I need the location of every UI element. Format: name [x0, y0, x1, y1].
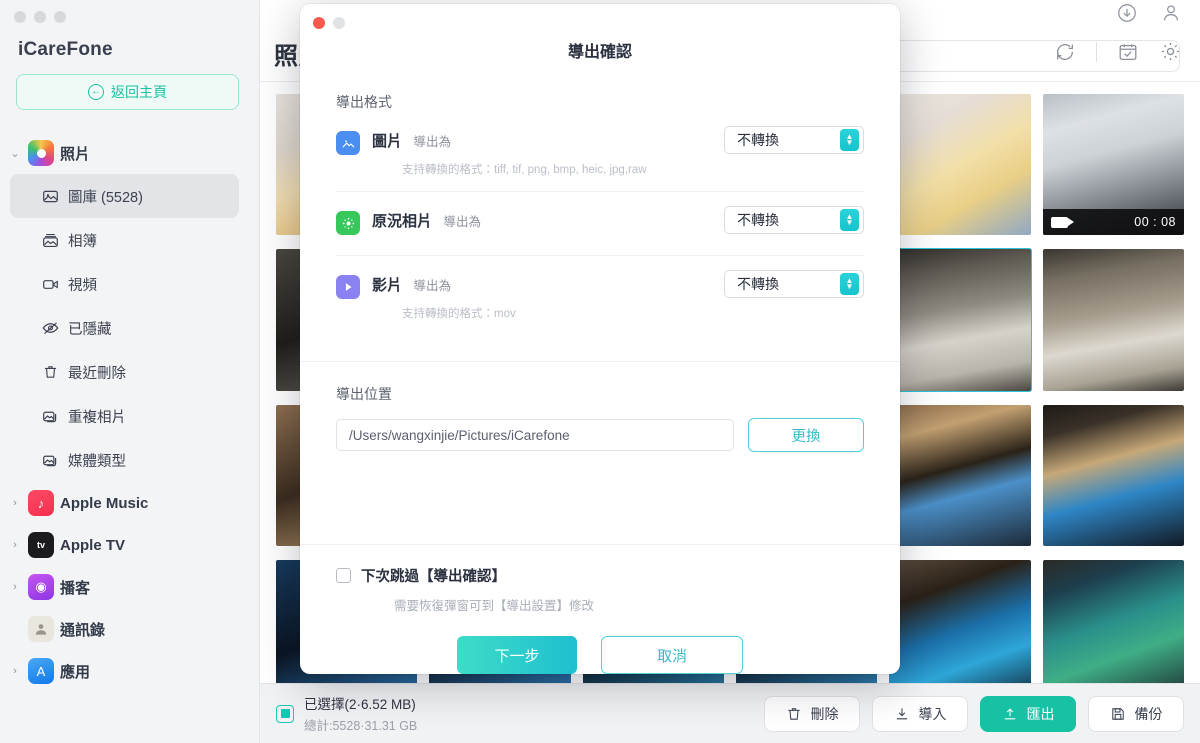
- app-window: iCareFone ← 返回主頁 ⌄ 照片 圖庫 (5528) 相簿 視頻 已隱…: [0, 0, 1200, 743]
- format-name: 影片: [372, 277, 403, 294]
- format-hint: 支持轉換的格式：mov: [402, 308, 516, 320]
- format-subtitle: 導出為: [413, 135, 451, 149]
- format-name: 圖片: [372, 133, 403, 150]
- format-row-image: 圖片 導出為 支持轉換的格式：tiff, tif, png, bmp, heic…: [336, 112, 864, 192]
- location-section-label: 導出位置: [336, 386, 392, 402]
- dialog-footer: 下次跳過【導出確認】 需要恢復彈窗可到【導出設置】修改 下一步 取消: [300, 544, 900, 674]
- image-glyph-icon: [341, 139, 355, 148]
- skip-confirm-checkbox[interactable]: [336, 568, 351, 583]
- dialog-body: 導出格式 圖片 導出為 支持轉換的格式：tiff, tif, png, bmp,…: [300, 70, 900, 544]
- format-text-live-photo: 原況相片 導出為: [372, 210, 481, 231]
- format-text-video: 影片 導出為 支持轉換的格式：mov: [372, 274, 516, 321]
- export-path-input[interactable]: /Users/wangxinjie/Pictures/iCarefone: [336, 419, 734, 451]
- format-row-video: 影片 導出為 支持轉換的格式：mov 不轉換 ▲ ▼: [336, 256, 864, 335]
- live-photo-format-select[interactable]: 不轉換 ▲ ▼: [724, 206, 864, 234]
- format-row-live-photo: 原況相片 導出為 不轉換 ▲ ▼: [336, 192, 864, 256]
- image-format-icon: [336, 131, 360, 155]
- export-confirm-dialog: 導出確認 導出格式 圖片 導出為 支持轉換的格式：tiff, tif, png,…: [300, 4, 900, 674]
- video-format-icon: [336, 275, 360, 299]
- dialog-title: 導出確認: [567, 44, 632, 61]
- image-format-select[interactable]: 不轉換 ▲ ▼: [724, 126, 864, 154]
- video-format-value: 不轉換: [737, 276, 779, 292]
- dialog-titlebar: 導出確認: [300, 4, 900, 70]
- dialog-minimize-button[interactable]: [333, 17, 345, 29]
- stepper-up-down-icon[interactable]: ▲ ▼: [840, 273, 859, 295]
- skip-confirm-hint: 需要恢復彈窗可到【導出設置】修改: [394, 599, 595, 613]
- stepper-up-down-icon[interactable]: ▲ ▼: [840, 129, 859, 151]
- live-photo-format-icon: [336, 211, 360, 235]
- dialog-close-button[interactable]: [313, 17, 325, 29]
- format-subtitle: 導出為: [443, 215, 481, 229]
- cancel-button[interactable]: 取消: [601, 636, 743, 674]
- format-section-label: 導出格式: [336, 94, 392, 110]
- section-divider: [300, 361, 900, 362]
- live-photo-glyph-icon: [342, 217, 354, 229]
- live-photo-format-value: 不轉換: [737, 212, 779, 228]
- dialog-traffic-lights[interactable]: [313, 17, 345, 29]
- format-subtitle: 導出為: [413, 279, 451, 293]
- video-format-select[interactable]: 不轉換 ▲ ▼: [724, 270, 864, 298]
- play-glyph-icon: [345, 283, 352, 291]
- dialog-actions: 下一步 取消: [336, 636, 864, 674]
- stepper-up-down-icon[interactable]: ▲ ▼: [840, 209, 859, 231]
- image-format-value: 不轉換: [737, 132, 779, 148]
- change-location-button[interactable]: 更換: [748, 418, 864, 452]
- skip-confirm-label: 下次跳過【導出確認】: [361, 569, 506, 585]
- format-text-image: 圖片 導出為 支持轉換的格式：tiff, tif, png, bmp, heic…: [372, 130, 647, 177]
- location-row: /Users/wangxinjie/Pictures/iCarefone 更換: [336, 418, 864, 452]
- skip-confirm-row[interactable]: 下次跳過【導出確認】: [336, 565, 864, 586]
- next-step-button[interactable]: 下一步: [457, 636, 577, 674]
- format-hint: 支持轉換的格式：tiff, tif, png, bmp, heic, jpg,r…: [402, 164, 647, 176]
- format-name: 原況相片: [372, 213, 433, 230]
